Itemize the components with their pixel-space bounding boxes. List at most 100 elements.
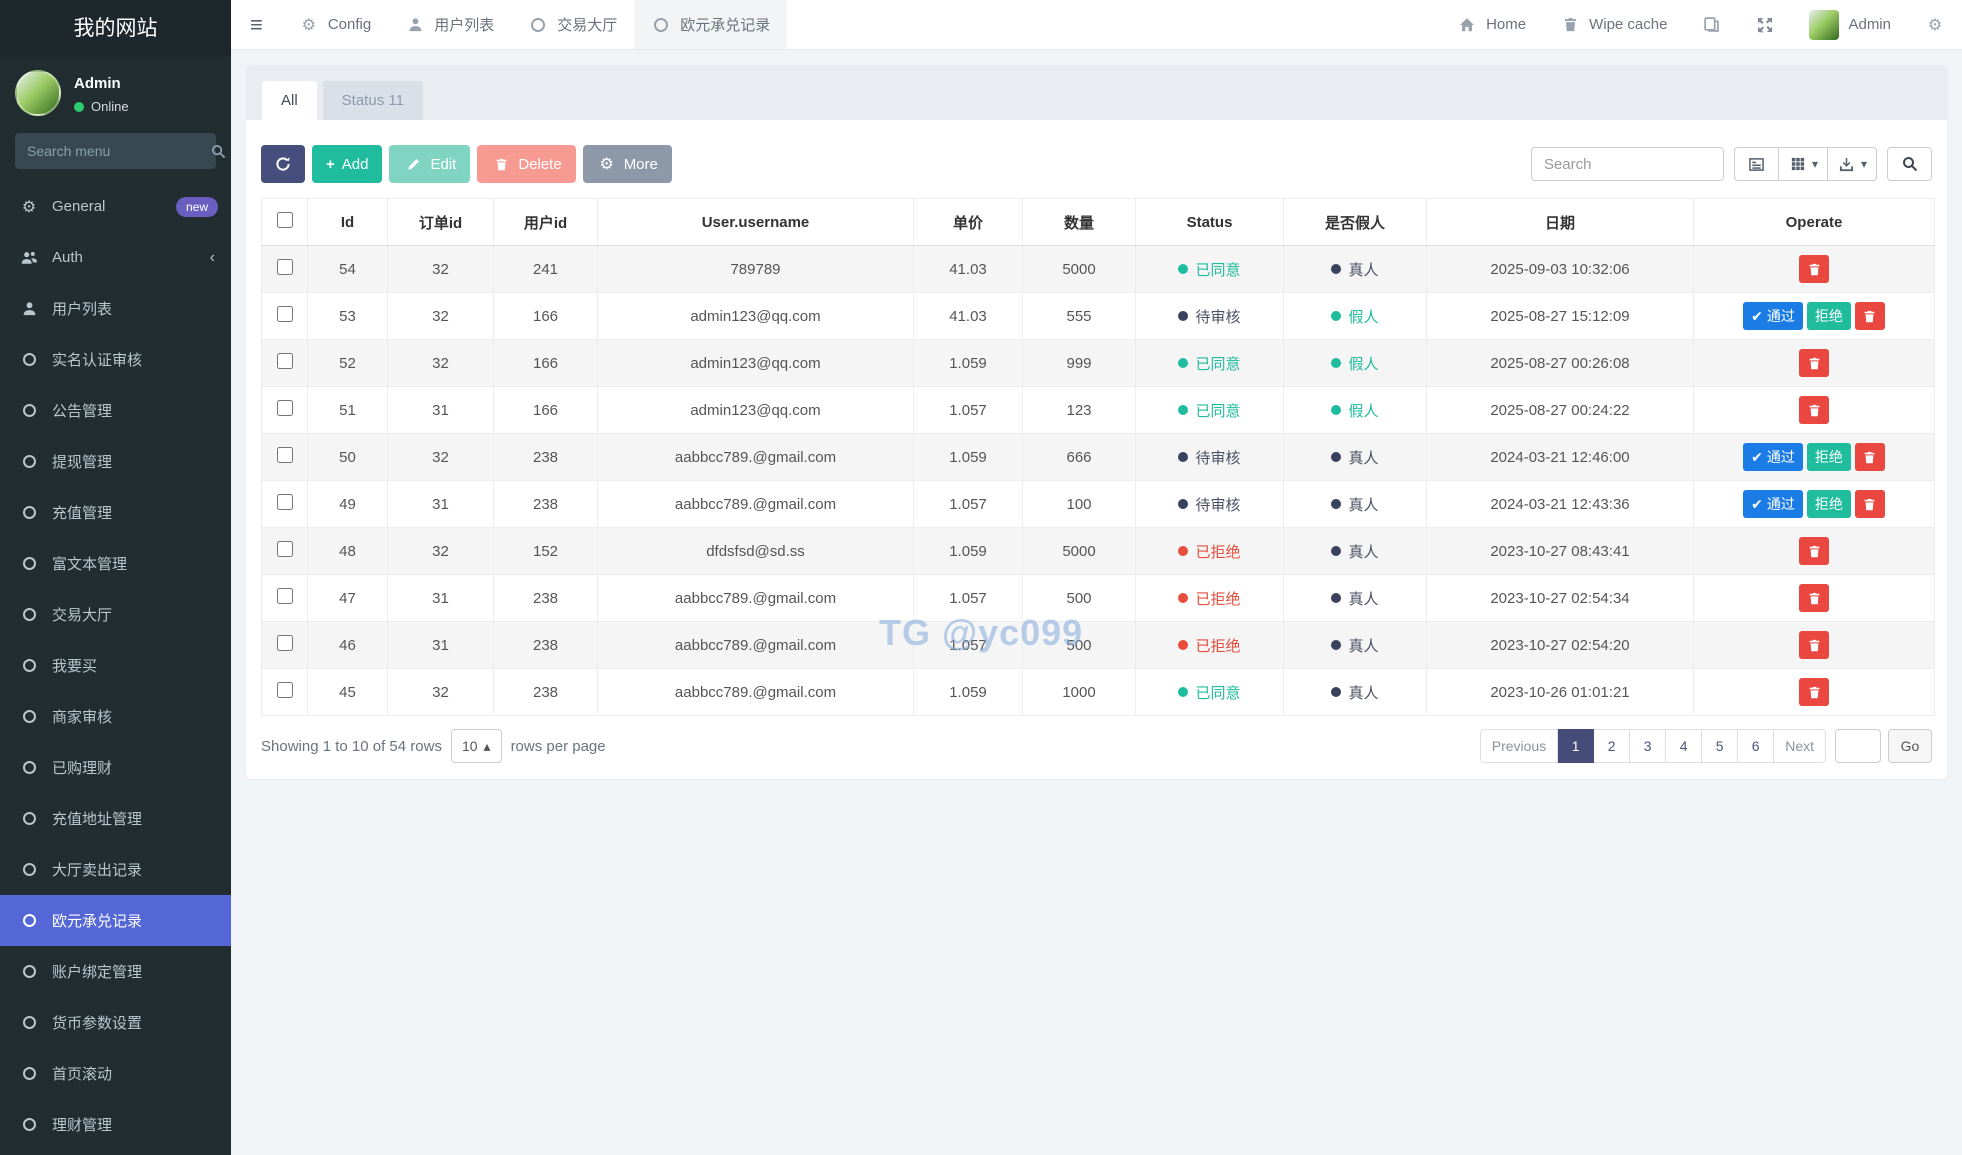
row-checkbox[interactable]: [276, 682, 293, 698]
sidebar-item-5[interactable]: 提现管理: [0, 436, 231, 487]
pagination-page-5[interactable]: 5: [1702, 729, 1739, 763]
more-button[interactable]: ⚙ More: [582, 145, 672, 183]
topnav-item-3[interactable]: 欧元承兑记录: [634, 0, 788, 49]
table-row[interactable]: 50 32 238 aabbcc789.@gmail.com 1.059 666 待审核 真人…: [261, 433, 1935, 481]
home-button[interactable]: Home: [1440, 0, 1543, 49]
admin-menu[interactable]: Admin: [1792, 0, 1908, 49]
status-badge: 待审核: [1178, 494, 1241, 515]
sidebar-item-15[interactable]: 账户绑定管理: [0, 946, 231, 997]
brand-title[interactable]: 我的网站: [0, 0, 231, 57]
pagination-page-2[interactable]: 2: [1594, 729, 1631, 763]
row-delete-button[interactable]: [1799, 584, 1829, 612]
row-checkbox[interactable]: [276, 259, 293, 275]
tab-status-11[interactable]: Status 11: [322, 81, 423, 120]
sidebar-item-4[interactable]: 公告管理: [0, 385, 231, 436]
row-checkbox[interactable]: [276, 635, 293, 651]
table-row[interactable]: 51 31 166 admin123@qq.com 1.057 123 已同意 假人 2025-…: [261, 386, 1935, 434]
topnav-item-1[interactable]: 用户列表: [388, 0, 511, 49]
row-delete-button[interactable]: [1799, 349, 1829, 377]
select-all-checkbox[interactable]: [276, 212, 293, 228]
table-row[interactable]: 48 32 152 dfdsfsd@sd.ss 1.059 5000 已拒绝 真人 2023-1…: [261, 527, 1935, 575]
topnav-item-2[interactable]: 交易大厅: [511, 0, 634, 49]
sidebar-item-18[interactable]: 理财管理: [0, 1099, 231, 1150]
wipe-cache-button[interactable]: Wipe cache: [1543, 0, 1684, 49]
row-checkbox[interactable]: [276, 541, 293, 557]
avatar[interactable]: [15, 70, 61, 116]
row-delete-button[interactable]: [1854, 443, 1885, 471]
row-delete-button[interactable]: [1854, 302, 1885, 330]
table-row[interactable]: 52 32 166 admin123@qq.com 1.059 999 已同意 假人 2025-…: [261, 339, 1935, 387]
sidebar-item-3[interactable]: 实名认证审核: [0, 334, 231, 385]
row-checkbox[interactable]: [276, 306, 293, 322]
table-row[interactable]: 46 31 238 aabbcc789.@gmail.com 1.057 500 已拒绝 真人…: [261, 621, 1935, 669]
sidebar-item-17[interactable]: 首页滚动: [0, 1048, 231, 1099]
pagination-page-4[interactable]: 4: [1666, 729, 1703, 763]
language-button[interactable]: [1684, 0, 1738, 49]
table-row[interactable]: 45 32 238 aabbcc789.@gmail.com 1.059 1000 已同意 真…: [261, 668, 1935, 716]
sidebar-item-7[interactable]: 富文本管理: [0, 538, 231, 589]
table-search-input[interactable]: [1530, 147, 1724, 181]
sidebar-item-1[interactable]: Auth ‹: [0, 232, 231, 283]
table-row[interactable]: 47 31 238 aabbcc789.@gmail.com 1.057 500 已拒绝 真人…: [261, 574, 1935, 622]
sidebar-item-14[interactable]: 欧元承兑记录: [0, 895, 231, 946]
row-checkbox[interactable]: [276, 447, 293, 463]
row-delete-button[interactable]: [1799, 631, 1829, 659]
sidebar-search-input[interactable]: [27, 143, 208, 159]
sidebar-item-8[interactable]: 交易大厅: [0, 589, 231, 640]
row-checkbox[interactable]: [276, 588, 293, 604]
row-checkbox[interactable]: [276, 494, 293, 510]
export-button[interactable]: ▾: [1827, 147, 1877, 181]
sidebar-item-16[interactable]: 货币参数设置: [0, 997, 231, 1048]
row-checkbox[interactable]: [276, 400, 293, 416]
pagination-page-1[interactable]: 1: [1558, 729, 1595, 763]
table-row[interactable]: 49 31 238 aabbcc789.@gmail.com 1.057 100 待审核 真人…: [261, 480, 1935, 528]
add-button[interactable]: + Add: [312, 145, 383, 183]
cell-username: admin123@qq.com: [597, 292, 914, 340]
sidebar-item-6[interactable]: 充值管理: [0, 487, 231, 538]
approve-button[interactable]: ✔ 通过: [1743, 302, 1803, 330]
row-delete-button[interactable]: [1799, 255, 1829, 283]
page-jump-input[interactable]: [1835, 729, 1881, 763]
table-row[interactable]: 53 32 166 admin123@qq.com 41.03 555 待审核 假人 2025-…: [261, 292, 1935, 340]
sidebar-item-2[interactable]: 用户列表: [0, 283, 231, 334]
row-delete-button[interactable]: [1854, 490, 1885, 518]
delete-button[interactable]: Delete: [477, 145, 576, 183]
tab-all[interactable]: All: [262, 81, 317, 120]
page-size-dropdown[interactable]: 10 ▴: [450, 729, 502, 763]
reject-button[interactable]: 拒绝: [1806, 302, 1851, 330]
table-row[interactable]: 54 32 241 789789 41.03 5000 已同意 真人 2025-09-03 10…: [261, 245, 1935, 293]
row-delete-button[interactable]: [1799, 537, 1829, 565]
cell-fake: 假人: [1283, 292, 1427, 340]
approve-button[interactable]: ✔ 通过: [1743, 443, 1803, 471]
cell-status: 待审核: [1135, 433, 1284, 481]
row-delete-button[interactable]: [1799, 678, 1829, 706]
hamburger-icon[interactable]: ≡: [231, 0, 282, 49]
pagination-page-6[interactable]: 6: [1738, 729, 1775, 763]
sidebar-item-9[interactable]: 我要买: [0, 640, 231, 691]
go-button[interactable]: Go: [1888, 729, 1932, 763]
topnav-item-0[interactable]: ⚙ Config: [282, 0, 388, 49]
approve-button[interactable]: ✔ 通过: [1743, 490, 1803, 518]
cell-amount: 500: [1022, 574, 1136, 622]
detail-view-button[interactable]: [1733, 147, 1779, 181]
columns-button[interactable]: ▾: [1778, 147, 1828, 181]
fullscreen-button[interactable]: [1738, 0, 1792, 49]
sidebar-item-12[interactable]: 充值地址管理: [0, 793, 231, 844]
sidebar-item-13[interactable]: 大厅卖出记录: [0, 844, 231, 895]
pagination-next[interactable]: Next: [1774, 729, 1826, 763]
row-delete-button[interactable]: [1799, 396, 1829, 424]
pagination-previous[interactable]: Previous: [1479, 729, 1559, 763]
edit-button[interactable]: Edit: [389, 145, 471, 183]
cell-username: aabbcc789.@gmail.com: [597, 668, 914, 716]
sidebar-item-11[interactable]: 已购理财: [0, 742, 231, 793]
sidebar-item-0[interactable]: ⚙ General new: [0, 181, 231, 232]
refresh-button[interactable]: [261, 145, 305, 183]
row-checkbox[interactable]: [276, 353, 293, 369]
search-toggle-button[interactable]: [1887, 147, 1932, 181]
reject-button[interactable]: 拒绝: [1806, 490, 1851, 518]
gear-icon: ⚙: [301, 16, 317, 34]
pagination-page-3[interactable]: 3: [1630, 729, 1667, 763]
reject-button[interactable]: 拒绝: [1806, 443, 1851, 471]
settings-button[interactable]: ⚙: [1908, 0, 1962, 49]
sidebar-item-10[interactable]: 商家审核: [0, 691, 231, 742]
